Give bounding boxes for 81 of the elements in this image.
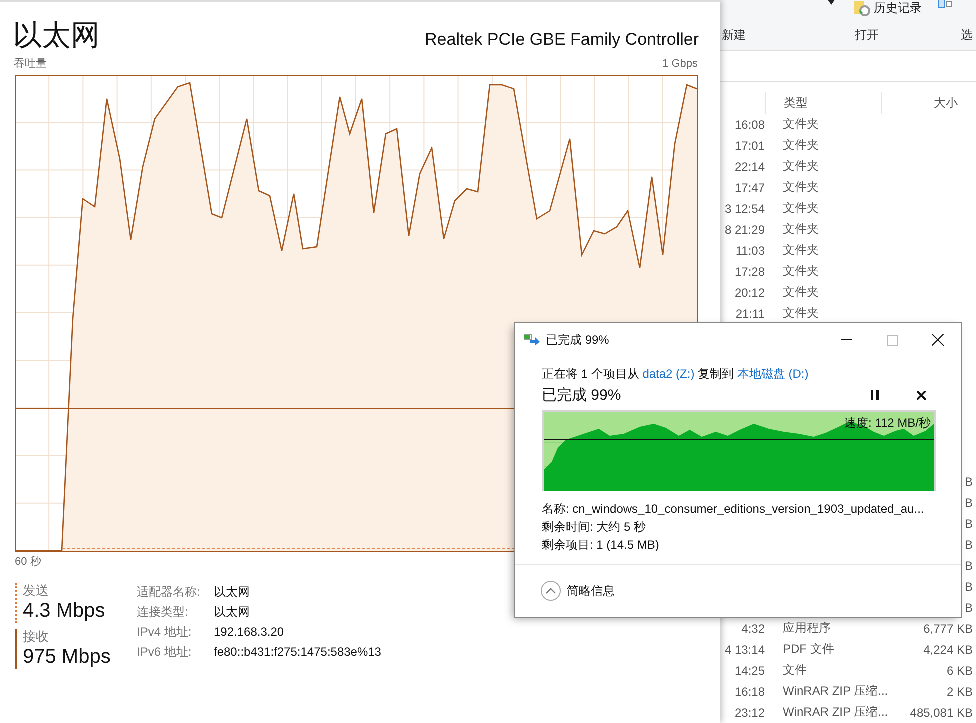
file-size: B: [964, 558, 973, 572]
file-type: WinRAR ZIP 压缩...: [783, 684, 888, 698]
file-type: 文件夹: [783, 306, 819, 320]
detail-value: fe80::b431:f275:1475:583e%13: [214, 644, 382, 661]
ribbon-group-label: 打开: [855, 27, 879, 44]
copy-description: 正在将 1 个项目从 data2 (Z:) 复制到 本地磁盘 (D:): [542, 366, 810, 383]
modified-time: 17:01: [734, 138, 765, 152]
modified-time: 17:28: [734, 264, 765, 278]
detail-label: 适配器名称:: [137, 584, 202, 601]
modified-time: 23:12: [734, 706, 765, 720]
file-size: B: [964, 580, 973, 594]
file-type: 文件夹: [783, 243, 819, 257]
modified-time: 20:12: [734, 286, 765, 300]
modified-time: 4:32: [742, 622, 765, 636]
column-header[interactable]: 大小: [881, 92, 958, 114]
detail-label: 连接类型:: [137, 604, 190, 621]
file-size: 6,777 KB: [924, 622, 973, 636]
modified-time: 14:25: [734, 664, 765, 678]
source-link[interactable]: data2 (Z:): [642, 367, 695, 381]
modified-time: 16:08: [734, 118, 765, 132]
modified-time: 4 13:14: [724, 642, 765, 656]
transfer-detail: 剩余时间: 大约 5 秒: [542, 519, 648, 536]
file-size: B: [964, 496, 973, 510]
file-size: B: [964, 538, 973, 552]
file-type: 文件夹: [783, 159, 819, 173]
collapse-label[interactable]: 简略信息: [567, 582, 615, 600]
dialog-title: 已完成 99%: [546, 332, 610, 348]
modified-time: 3 12:54: [724, 202, 765, 216]
file-size: 6 KB: [946, 664, 973, 678]
graph-max-label: 1 Gbps: [662, 57, 698, 72]
detail-value: 以太网: [214, 584, 251, 601]
transfer-detail: 名称: cn_windows_10_consumer_editions_version_1903_updated_au...: [542, 501, 926, 518]
file-type: 文件夹: [783, 138, 819, 152]
file-size: B: [964, 516, 973, 530]
progress-title: 已完成 99%: [542, 386, 622, 404]
collapse-button[interactable]: [541, 581, 561, 601]
detail-label: IPv4 地址:: [137, 624, 193, 641]
file-type: 文件夹: [783, 201, 819, 215]
file-size: 485,081 KB: [910, 706, 973, 720]
close-icon: [916, 390, 926, 400]
ribbon-group-label: 选: [961, 27, 973, 44]
modified-time: 22:14: [734, 160, 765, 174]
file-size: B: [964, 474, 973, 488]
adapter-title: 以太网: [13, 19, 100, 54]
file-type: 文件夹: [783, 117, 819, 131]
throughput-meter[interactable]: 发送 4.3 Mbps: [15, 583, 121, 623]
column-header[interactable]: 类型: [765, 92, 881, 114]
detail-label: IPv6 地址:: [137, 644, 193, 661]
file-size: B: [964, 600, 973, 614]
throughput-meter[interactable]: 接收 975 Mbps: [15, 629, 121, 669]
destination-link[interactable]: 本地磁盘 (D:): [737, 367, 809, 381]
modified-time: 8 21:29: [724, 222, 765, 236]
graph-time-span: 60 秒: [15, 555, 42, 569]
detail-value: 以太网: [214, 604, 251, 621]
transfer-detail: 剩余项目: 1 (14.5 MB): [542, 537, 660, 554]
file-type: WinRAR ZIP 压缩...: [783, 705, 888, 719]
file-type: 应用程序: [783, 621, 831, 635]
minimize-icon: [840, 339, 852, 341]
graph-label: 吞吐量: [14, 57, 47, 72]
file-type: 文件: [783, 663, 807, 677]
close-icon: [932, 334, 944, 346]
file-size: 4,224 KB: [924, 642, 973, 656]
file-type: 文件夹: [783, 222, 819, 236]
file-type: 文件夹: [783, 285, 819, 299]
detail-value: 192.168.3.20: [214, 624, 286, 641]
file-size: 2 KB: [946, 684, 973, 698]
file-type: 文件夹: [783, 180, 819, 194]
file-type: PDF 文件: [783, 642, 834, 656]
modified-time: 11:03: [736, 244, 765, 258]
modified-time: 21:11: [736, 306, 765, 320]
adapter-model: Realtek PCIe GBE Family Controller: [425, 29, 699, 51]
copy-icon: [524, 334, 540, 346]
modified-time: 16:18: [734, 684, 765, 698]
pause-icon: [871, 390, 879, 400]
file-type: 文件夹: [783, 264, 819, 278]
caret-icon: [828, 0, 835, 5]
ribbon-group-label: 新建: [722, 27, 746, 44]
maximize-icon: [886, 334, 898, 346]
modified-time: 17:47: [734, 180, 765, 194]
history-button[interactable]: 历史记录: [853, 0, 922, 17]
chevron-up-icon: [546, 588, 556, 594]
